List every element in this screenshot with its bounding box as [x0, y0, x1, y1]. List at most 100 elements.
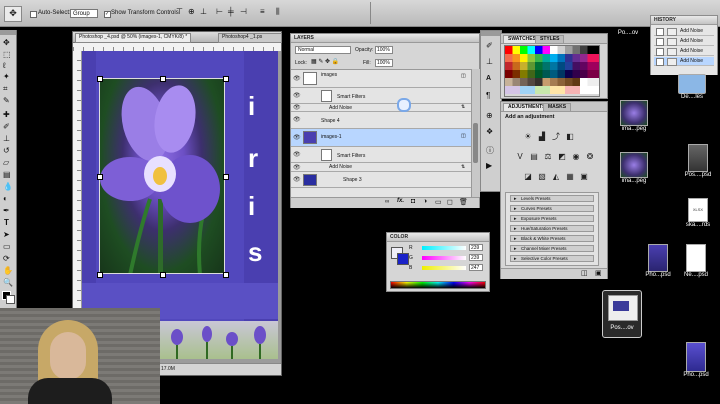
invert-icon[interactable]: ◪: [523, 172, 533, 182]
layer-row-smart-filters[interactable]: 👁 Smart Filters: [291, 147, 471, 163]
green-slider[interactable]: [422, 256, 466, 260]
posterize-icon[interactable]: ▧: [537, 172, 547, 182]
exposure-icon[interactable]: ◧: [565, 132, 575, 142]
desktop-file[interactable]: XLSX ska....rds: [680, 198, 716, 228]
vibrance-icon[interactable]: V: [515, 152, 525, 162]
layer-row-add-noise[interactable]: 👁 Add Noise ⇅: [291, 104, 471, 112]
layer-row-shape-4[interactable]: 👁 Shape 4: [291, 112, 471, 129]
color-balance-icon[interactable]: ⚖: [543, 152, 553, 162]
preset-selective-color[interactable]: Selective Color Presets: [510, 255, 594, 262]
layers-scrollbar[interactable]: [471, 69, 480, 197]
visibility-eye-icon[interactable]: 👁: [293, 151, 301, 158]
align-center-icon[interactable]: ╪: [228, 7, 238, 18]
visibility-eye-icon[interactable]: 👁: [293, 75, 301, 82]
preset-channel-mixer[interactable]: Channel Mixer Presets: [510, 245, 594, 252]
healing-brush-icon[interactable]: ✚: [3, 110, 10, 119]
green-value-field[interactable]: 239: [469, 254, 483, 261]
hand-tool-icon[interactable]: ✋: [3, 266, 13, 275]
3d-rotate-icon[interactable]: ⟳: [3, 254, 10, 263]
levels-icon[interactable]: ▟: [537, 132, 547, 142]
distribute-icon[interactable]: ≡: [260, 7, 270, 18]
document-tab-active[interactable]: Photoshop _4.psd @ 50% (images-1, CMYK/8…: [75, 33, 192, 43]
clone-stamp-icon[interactable]: ⊥: [3, 134, 10, 143]
desktop-file[interactable]: Pos....psd: [680, 144, 716, 178]
align-right-icon[interactable]: ⊣: [240, 7, 250, 18]
preset-curves[interactable]: Curves Presets: [510, 205, 594, 212]
lock-pixels-icon[interactable]: ✎: [318, 59, 323, 65]
preset-hue-saturation[interactable]: Hue/Saturation Presets: [510, 225, 594, 232]
character-panel-icon[interactable]: A: [486, 75, 491, 82]
pen-tool-icon[interactable]: ✒: [3, 206, 10, 215]
layer-row-images[interactable]: 👁 images ◫: [291, 70, 471, 88]
black-white-icon[interactable]: ◩: [557, 152, 567, 162]
align-top-icon[interactable]: ⊤: [176, 7, 186, 18]
history-item-selected[interactable]: Add Noise: [654, 57, 714, 66]
brush-panel-icon[interactable]: ✐: [486, 41, 493, 50]
auto-select-checkbox[interactable]: [30, 11, 37, 18]
blue-value-field[interactable]: 247: [469, 264, 483, 271]
visibility-eye-icon[interactable]: 👁: [293, 176, 301, 183]
red-slider[interactable]: [422, 246, 466, 250]
selection-handle[interactable]: [223, 174, 229, 180]
distribute-h-icon[interactable]: ⫼: [276, 7, 286, 18]
bg-color-swatch[interactable]: [397, 253, 409, 265]
channel-mixer-icon[interactable]: ❂: [585, 152, 595, 162]
swatch-grid[interactable]: [504, 45, 600, 97]
selection-handle[interactable]: [160, 272, 166, 278]
preset-exposure[interactable]: Exposure Presets: [510, 215, 594, 222]
clip-icon[interactable]: ◫: [581, 269, 588, 277]
shape-tool-icon[interactable]: ▭: [3, 242, 11, 251]
info-panel-icon[interactable]: ⓘ: [486, 145, 494, 156]
iris-photo[interactable]: [99, 78, 225, 274]
zoom-tool-icon[interactable]: 🔍: [3, 278, 13, 287]
opacity-field[interactable]: 100%: [375, 46, 393, 54]
brush-tool-icon[interactable]: ✐: [3, 122, 10, 131]
type-tool-icon[interactable]: T: [4, 218, 9, 227]
channels-panel-icon[interactable]: ❖: [486, 127, 493, 136]
magic-wand-icon[interactable]: ✦: [3, 72, 10, 81]
desktop-file[interactable]: ima...peg: [616, 152, 652, 184]
paragraph-panel-icon[interactable]: ¶: [486, 91, 490, 100]
color-spectrum-bar[interactable]: [390, 281, 486, 289]
new-group-icon[interactable]: ▭: [435, 198, 442, 206]
history-brush-icon[interactable]: ↺: [3, 146, 10, 155]
link-layers-icon[interactable]: ∞: [385, 199, 389, 205]
hue-saturation-icon[interactable]: ▤: [529, 152, 539, 162]
document-tab-inactive[interactable]: Photoshop4 _1.ps: [218, 33, 282, 43]
desktop-file[interactable]: Ne....psd: [678, 244, 714, 278]
filter-options-icon[interactable]: ⇅: [461, 104, 465, 110]
paths-panel-icon[interactable]: ⊕: [486, 111, 493, 120]
lock-position-icon[interactable]: ✥: [325, 59, 330, 65]
path-selection-icon[interactable]: ➤: [3, 230, 10, 239]
gradient-map-icon[interactable]: ▦: [565, 172, 575, 182]
clone-source-icon[interactable]: ⊥: [486, 57, 493, 66]
blue-slider[interactable]: [422, 266, 466, 270]
lock-transparency-icon[interactable]: ▦: [311, 59, 317, 65]
visibility-eye-icon[interactable]: 👁: [293, 116, 301, 123]
actions-panel-icon[interactable]: ▶: [486, 161, 492, 170]
gradient-tool-icon[interactable]: ▤: [3, 170, 11, 179]
visibility-eye-icon[interactable]: 👁: [293, 164, 301, 171]
history-item[interactable]: Add Noise: [654, 47, 714, 56]
eyedropper-icon[interactable]: ✎: [3, 96, 10, 105]
move-tool-icon[interactable]: ✥: [4, 6, 22, 22]
preset-levels[interactable]: Levels Presets: [510, 195, 594, 202]
layer-row-images-1[interactable]: 👁 images-1 ◫: [291, 129, 471, 147]
selection-handle[interactable]: [223, 272, 229, 278]
lasso-tool-icon[interactable]: ℓ: [3, 61, 6, 70]
transform-controls-checkbox[interactable]: ✓: [104, 11, 111, 18]
panel-options-icon[interactable]: ▣: [595, 269, 602, 277]
selection-handle[interactable]: [223, 76, 229, 82]
layer-row-smart-filters[interactable]: 👁 Smart Filters: [291, 88, 471, 104]
selection-handle[interactable]: [97, 174, 103, 180]
filter-options-icon[interactable]: ⇅: [461, 164, 465, 170]
lock-all-icon[interactable]: 🔒: [332, 59, 339, 65]
desktop-file[interactable]: Pho...psd: [678, 342, 714, 378]
tab-masks[interactable]: MASKS: [543, 103, 572, 111]
selection-handle[interactable]: [97, 76, 103, 82]
layer-row-add-noise[interactable]: 👁 Add Noise ⇅: [291, 163, 471, 172]
crop-tool-icon[interactable]: ⌗: [3, 84, 8, 94]
history-item[interactable]: Add Noise: [654, 37, 714, 46]
photo-filter-icon[interactable]: ◉: [571, 152, 581, 162]
align-bottom-icon[interactable]: ⊥: [200, 7, 210, 18]
